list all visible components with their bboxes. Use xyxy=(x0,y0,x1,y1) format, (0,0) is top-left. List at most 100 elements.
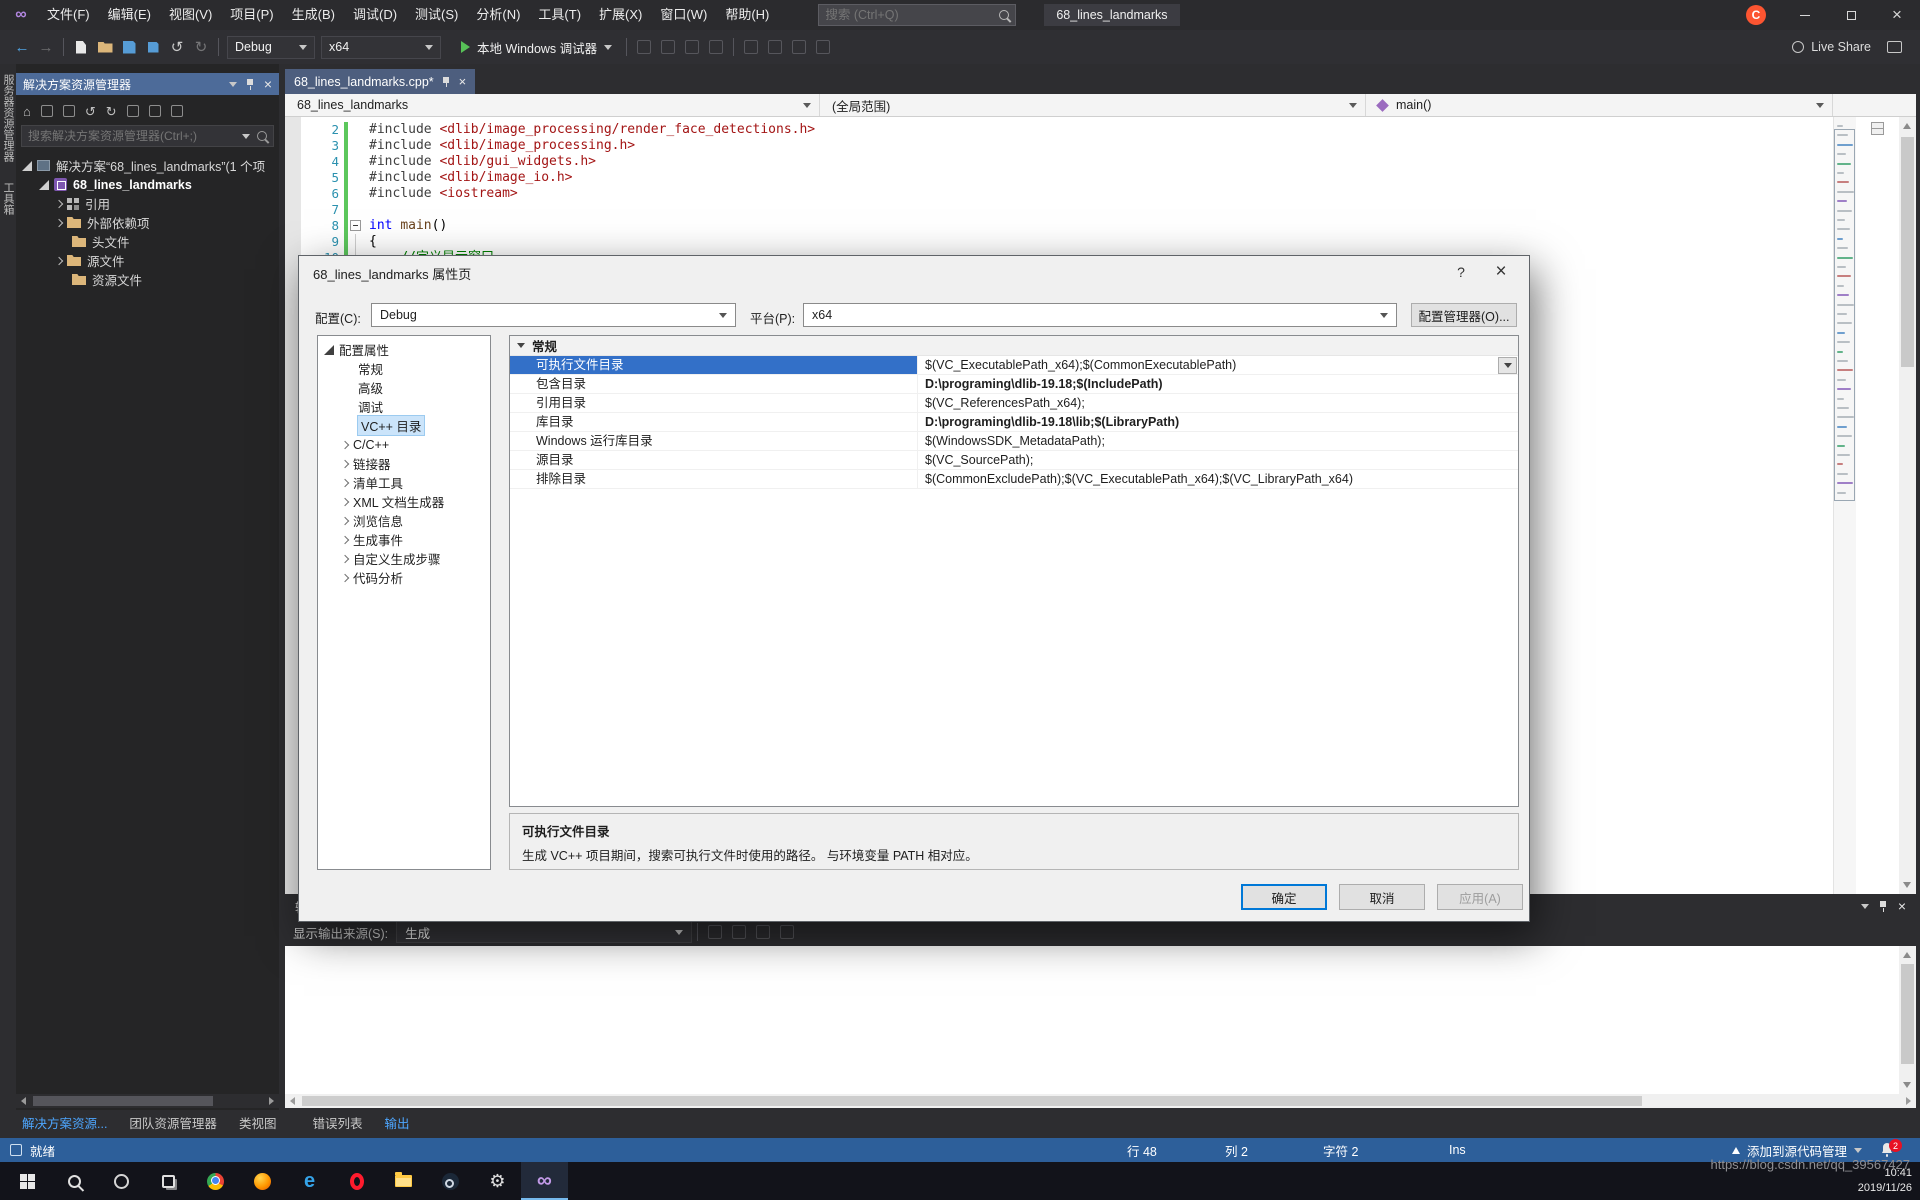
chevron-down-icon[interactable] xyxy=(1861,904,1869,909)
scrollbar-thumb[interactable] xyxy=(33,1096,213,1106)
scroll-left-icon[interactable] xyxy=(290,1097,295,1105)
find-message-icon[interactable] xyxy=(708,925,722,939)
menu-test[interactable]: 测试(S) xyxy=(406,0,467,30)
close-button[interactable] xyxy=(1874,0,1920,30)
split-editor-button[interactable] xyxy=(1871,122,1884,135)
project-dropdown[interactable]: 68_lines_landmarks xyxy=(285,94,820,116)
property-row[interactable]: 可执行文件目录$(VC_ExecutablePath_x64);$(Common… xyxy=(510,356,1518,375)
editor-minimap[interactable] xyxy=(1833,117,1856,894)
taskbar-button-steam[interactable] xyxy=(427,1162,474,1200)
expander-icon[interactable] xyxy=(341,573,349,581)
taskbar-button-chrome[interactable] xyxy=(192,1162,239,1200)
menu-window[interactable]: 窗口(W) xyxy=(651,0,716,30)
category-item[interactable]: 生成事件 xyxy=(318,530,490,549)
taskbar-button-start[interactable] xyxy=(4,1162,51,1200)
status-character[interactable]: 字符 2 xyxy=(1323,1138,1358,1162)
property-value[interactable]: $(WindowsSDK_MetadataPath); xyxy=(918,432,1518,450)
collapse-all-icon[interactable] xyxy=(127,105,139,117)
indent-icon[interactable] xyxy=(792,40,806,54)
close-icon[interactable] xyxy=(1898,898,1906,914)
category-item[interactable]: 清单工具 xyxy=(318,473,490,492)
step-into-icon[interactable] xyxy=(661,40,675,54)
property-value[interactable]: D:\programing\dlib-19.18\lib;$(LibraryPa… xyxy=(918,413,1518,431)
property-row[interactable]: Windows 运行库目录$(WindowsSDK_MetadataPath); xyxy=(510,432,1518,451)
bookmark-icon[interactable] xyxy=(744,40,758,54)
menu-extensions[interactable]: 扩展(X) xyxy=(590,0,651,30)
property-value[interactable]: $(VC_SourcePath); xyxy=(918,451,1518,469)
category-item[interactable]: C/C++ xyxy=(318,435,490,454)
category-item[interactable]: 自定义生成步骤 xyxy=(318,549,490,568)
navigate-forward-icon[interactable]: → xyxy=(34,35,58,59)
expander-icon[interactable] xyxy=(341,478,349,486)
quick-search-box[interactable] xyxy=(818,4,1016,26)
taskbar-button-edge[interactable] xyxy=(286,1162,333,1200)
scroll-down-icon[interactable] xyxy=(1903,1082,1911,1088)
solution-tree-item[interactable]: 资源文件 xyxy=(16,270,279,289)
solution-tree-item[interactable]: 解决方案“68_lines_landmarks”(1 个项 xyxy=(16,156,279,175)
platform-dropdown[interactable]: x64 xyxy=(321,36,441,59)
step-out-icon[interactable] xyxy=(709,40,723,54)
step-over-icon[interactable] xyxy=(685,40,699,54)
close-icon[interactable] xyxy=(459,74,467,89)
taskbar-button-opera[interactable] xyxy=(333,1162,380,1200)
expander-icon[interactable] xyxy=(55,256,63,264)
cancel-button[interactable]: 取消 xyxy=(1339,884,1425,910)
chevron-down-icon[interactable] xyxy=(229,82,237,87)
save-icon[interactable] xyxy=(117,35,141,59)
configuration-manager-button[interactable]: 配置管理器(O)... xyxy=(1411,303,1517,327)
editor-vertical-scrollbar[interactable] xyxy=(1899,117,1916,894)
minimize-button[interactable] xyxy=(1782,0,1828,30)
output-horizontal-scrollbar[interactable] xyxy=(285,1094,1916,1108)
category-item[interactable]: VC++ 目录 xyxy=(318,416,490,435)
scroll-down-icon[interactable] xyxy=(1903,882,1911,888)
panel-tab-team-explorer[interactable]: 团队资源管理器 xyxy=(129,1113,217,1132)
output-vertical-scrollbar[interactable] xyxy=(1899,946,1916,1094)
menu-edit[interactable]: 编辑(E) xyxy=(99,0,160,30)
code-line[interactable]: 4#include <dlib/gui_widgets.h> xyxy=(285,154,1825,170)
output-source-dropdown[interactable]: 生成 xyxy=(396,921,692,943)
property-value[interactable]: D:\programing\dlib-19.18;$(IncludePath) xyxy=(918,375,1518,393)
scope-dropdown[interactable]: (全局范围) xyxy=(820,94,1366,116)
pin-icon[interactable] xyxy=(442,76,451,88)
dialog-configuration-dropdown[interactable]: Debug xyxy=(371,303,736,327)
category-item[interactable]: XML 文档生成器 xyxy=(318,492,490,511)
expander-icon[interactable] xyxy=(341,459,349,467)
menu-project[interactable]: 项目(P) xyxy=(221,0,282,30)
pin-icon[interactable] xyxy=(246,78,255,90)
home-icon[interactable]: ⌂ xyxy=(23,105,31,118)
help-button[interactable]: ? xyxy=(1451,264,1471,280)
expander-icon[interactable] xyxy=(39,180,49,190)
start-debugging-button[interactable]: 本地 Windows 调试器 xyxy=(452,35,621,59)
ok-button[interactable]: 确定 xyxy=(1241,884,1327,910)
status-line[interactable]: 行 48 xyxy=(1127,1138,1157,1162)
maximize-button[interactable] xyxy=(1828,0,1874,30)
solution-tree-item[interactable]: 外部依赖项 xyxy=(16,213,279,232)
category-item[interactable]: 浏览信息 xyxy=(318,511,490,530)
expander-icon[interactable] xyxy=(341,554,349,562)
tool-window-tab-server-explorer[interactable]: 服务器资源管理器 xyxy=(0,74,16,162)
solution-tree-item[interactable]: 源文件 xyxy=(16,251,279,270)
clear-all-icon[interactable] xyxy=(732,925,746,939)
property-row[interactable]: 库目录D:\programing\dlib-19.18\lib;$(Librar… xyxy=(510,413,1518,432)
scroll-up-icon[interactable] xyxy=(1903,952,1911,958)
panel-tab-output[interactable]: 输出 xyxy=(384,1113,409,1132)
expander-icon[interactable] xyxy=(341,516,349,524)
configuration-dropdown[interactable]: Debug xyxy=(227,36,315,59)
scroll-right-icon[interactable] xyxy=(269,1097,274,1105)
switch-views-icon[interactable] xyxy=(41,105,53,117)
dialog-platform-dropdown[interactable]: x64 xyxy=(803,303,1397,327)
expander-icon[interactable] xyxy=(22,161,32,171)
scroll-left-icon[interactable] xyxy=(21,1097,26,1105)
category-item[interactable]: 配置属性 xyxy=(318,340,490,359)
feedback-icon[interactable] xyxy=(1887,41,1902,53)
redo-icon[interactable] xyxy=(189,35,213,59)
menu-analyze[interactable]: 分析(N) xyxy=(467,0,529,30)
word-wrap-icon[interactable] xyxy=(756,925,770,939)
panel-tab-class-view[interactable]: 类视图 xyxy=(239,1113,277,1132)
taskbar-button-search[interactable] xyxy=(51,1162,98,1200)
status-insert-mode[interactable]: Ins xyxy=(1449,1138,1466,1162)
code-line[interactable]: 6#include <iostream> xyxy=(285,186,1825,202)
pending-changes-filter-icon[interactable] xyxy=(63,105,75,117)
scrollbar-thumb[interactable] xyxy=(1901,137,1914,367)
sync-icon[interactable]: ↺ xyxy=(85,105,96,118)
